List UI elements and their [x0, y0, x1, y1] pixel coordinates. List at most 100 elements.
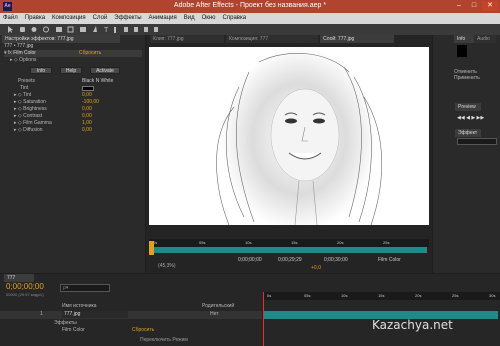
view-dropdown[interactable]: Film Color	[378, 257, 401, 264]
zoom-tool-icon	[31, 27, 37, 32]
param-row[interactable]: ▸ ◇ Saturation -100,00	[14, 99, 134, 106]
param-name: Brightness	[23, 106, 47, 112]
menu-item-4[interactable]: Эффекты	[111, 13, 145, 21]
tab-layer[interactable]: Слой: 777.jpg	[320, 35, 394, 43]
tint-label: Tint	[20, 85, 29, 91]
parent-dropdown[interactable]: Нет	[210, 311, 219, 318]
mask-tool-icon	[80, 27, 86, 32]
param-value[interactable]: -100,00	[82, 99, 99, 106]
tab-preview[interactable]: Preview	[455, 103, 481, 111]
menu-item-2[interactable]: Композиция	[49, 13, 90, 21]
ruler-tick-label: 25s	[452, 293, 459, 298]
timeline-current-time[interactable]: 0;00;00;00	[6, 283, 44, 291]
apply-label[interactable]: Применить	[454, 75, 480, 82]
current-time[interactable]: 0;00;00;00	[238, 257, 262, 264]
menu-item-8[interactable]: Справка	[220, 13, 251, 21]
clone-tool-icon	[124, 27, 128, 32]
ruler-tick-label: 10s	[341, 293, 348, 298]
timeline-ruler[interactable]: 0s 05s 10s 15s 20s 25s 30s	[263, 292, 500, 300]
tab-effects-presets[interactable]: Эффект	[455, 129, 481, 137]
watermark: Kazachya.net	[372, 318, 453, 332]
layer-name[interactable]: 777.jpg	[62, 311, 128, 318]
menu-item-5[interactable]: Анимация	[146, 13, 181, 21]
param-name: Film Gamma	[23, 120, 52, 126]
timeline-effect-row[interactable]: Film Color	[62, 327, 85, 334]
roto-tool-icon	[144, 27, 148, 32]
options-row[interactable]: ▸ ◇ Options	[10, 57, 36, 64]
tab-timeline[interactable]: 777	[4, 274, 34, 282]
source-name-column[interactable]: Имя источника	[62, 303, 97, 310]
tab-composition[interactable]: Композиция: 777	[226, 35, 318, 43]
puppet-tool-icon	[154, 27, 158, 32]
timeline-effect-reset[interactable]: Сбросить	[132, 327, 154, 334]
duration-time: 0;00;29;29	[278, 257, 302, 263]
info-button[interactable]: Info	[30, 67, 52, 74]
presets-dropdown[interactable]: Black N White	[82, 78, 113, 85]
tab-footage[interactable]: Клип: 777.jpg	[150, 35, 224, 43]
param-row[interactable]: ▸ ◇ Tint 0,00	[14, 92, 134, 99]
effect-name: Film Color	[13, 50, 36, 56]
param-row[interactable]: ▸ ◇ Diffusion 0,00	[14, 127, 134, 134]
minimize-button[interactable]: –	[452, 1, 466, 11]
effects-group-label[interactable]: Эффекты	[54, 320, 77, 327]
param-name: Diffusion	[23, 127, 43, 133]
param-value[interactable]: 0,00	[82, 92, 92, 99]
tint-color-swatch[interactable]	[82, 86, 94, 91]
menu-item-1[interactable]: Правка	[22, 13, 49, 21]
tool-icons[interactable]: T	[0, 24, 300, 35]
menu-bar: Файл Правка Композиция Слой Эффекты Анимация В…	[0, 13, 500, 24]
help-button[interactable]: Help	[60, 67, 82, 74]
activate-button[interactable]: Activate	[90, 67, 120, 74]
zoom-level[interactable]: (45,3%)	[158, 263, 176, 270]
param-row[interactable]: ▸ ◇ Brightness 0,00	[14, 106, 134, 113]
param-row[interactable]: ▸ ◇ Film Gamma 1,00	[14, 120, 134, 127]
effects-header: 777 • 777.jpg	[4, 43, 34, 49]
viewer-playhead[interactable]	[149, 241, 154, 255]
timeline-panel: 777 0;00;00;00 00000 (29.97 кадр/с) ρ▾ И…	[0, 274, 500, 346]
parent-column[interactable]: Родительский	[202, 303, 234, 310]
viewer-time-bar[interactable]	[151, 247, 427, 253]
param-value[interactable]: 0,00	[82, 106, 92, 113]
ruler-tick-label: 20s	[415, 293, 422, 298]
exposure-offset[interactable]: +0,0	[311, 265, 321, 272]
ruler-tick-label: 15s	[291, 240, 298, 245]
layer-row[interactable]: 1 777.jpg Нет	[0, 311, 262, 319]
timeline-playhead[interactable]	[263, 292, 264, 346]
param-value[interactable]: 0,00	[82, 113, 92, 120]
toggle-switches-modes[interactable]: Переключить Режим	[140, 337, 188, 344]
effect-row[interactable]: ▾ fx Film Color Сбросить	[4, 50, 142, 57]
menu-item-6[interactable]: Вид	[181, 13, 199, 21]
playback-controls[interactable]: ◀◀ ◀ ▶ ▶▶	[457, 115, 484, 122]
maximize-button[interactable]: □	[467, 1, 481, 11]
ruler-tick-label: 30s	[489, 293, 496, 298]
pen-tool-icon	[93, 26, 97, 32]
param-value[interactable]: 1,00	[82, 120, 92, 127]
composition-viewer: Клип: 777.jpg Композиция: 777 Слой: 777.…	[146, 35, 432, 273]
menu-item-0[interactable]: Файл	[0, 13, 22, 21]
text-tool-icon: T	[104, 27, 109, 34]
ruler-tick-label: 15s	[378, 293, 385, 298]
tab-audio[interactable]: Audio	[474, 35, 496, 43]
menu-item-3[interactable]: Слой	[90, 13, 112, 21]
camera-tool-icon	[56, 27, 62, 32]
layer-image[interactable]	[149, 47, 429, 225]
effects-search-input[interactable]	[457, 138, 497, 145]
close-button[interactable]: ✕	[482, 1, 498, 11]
options-toggle-icon: ▸ ◇	[10, 57, 20, 63]
effect-toggle-icon[interactable]: ▾ fx	[4, 50, 12, 56]
portrait-image	[216, 47, 383, 225]
reset-link[interactable]: Сбросить	[79, 50, 101, 57]
tab-info[interactable]: Info	[454, 35, 474, 43]
ruler-tick-label: 05s	[304, 293, 311, 298]
menu-item-7[interactable]: Окно	[199, 13, 220, 21]
ruler-tick-label: 05s	[199, 240, 206, 245]
viewer-time-ruler[interactable]: 0s 05s 10s 15s 20s 25s	[149, 239, 429, 247]
tools-toolbar: T	[0, 24, 500, 35]
param-row[interactable]: ▸ ◇ Contrast 0,00	[14, 113, 134, 120]
layer-number: 1	[40, 311, 43, 317]
param-value[interactable]: 0,00	[82, 127, 92, 134]
ruler-tick-label: 25s	[383, 240, 390, 245]
ruler-tick-label: 0s	[267, 293, 272, 298]
timeline-search-input[interactable]: ρ▾	[60, 284, 110, 292]
tab-effect-controls[interactable]: Настройки эффектов: 777.jpg	[2, 35, 120, 43]
